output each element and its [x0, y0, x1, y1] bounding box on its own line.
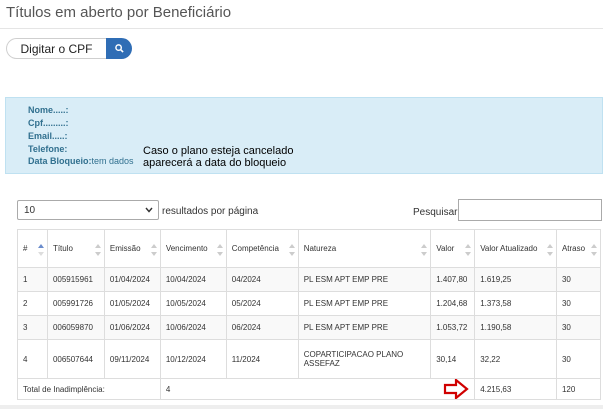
table-cell: 1.373,58: [474, 291, 557, 316]
table-cell: 30,14: [430, 339, 476, 379]
page-length-value: 10: [24, 204, 36, 216]
table-row[interactable]: 4 006507644 09/11/2024 10/12/2024 11/202…: [17, 339, 602, 379]
table-cell: 3: [17, 315, 48, 340]
table-cell: 01/06/2024: [103, 315, 161, 340]
column-header[interactable]: Valor Atualizado: [474, 229, 557, 268]
info-email: Email.....:: [28, 131, 68, 141]
info-data-bloqueio: Data Bloqueio:tem dados: [28, 156, 134, 166]
page-length-label: resultados por página: [162, 206, 259, 217]
chevron-down-icon: [145, 207, 153, 213]
bottom-divider: [0, 405, 603, 409]
sort-icon: [421, 244, 428, 256]
title-divider: [0, 28, 603, 29]
info-telefone: Telefone:: [28, 144, 68, 154]
column-header[interactable]: Valor: [430, 229, 476, 268]
table-cell: 05/2024: [225, 291, 299, 316]
column-header[interactable]: Natureza: [297, 229, 432, 268]
table-cell: 30: [555, 267, 602, 292]
table-cell: 1.053,72: [430, 315, 476, 340]
column-header[interactable]: Emissão: [103, 229, 161, 268]
page-title: Títulos em aberto por Beneficiário: [6, 4, 232, 21]
info-nome: Nome.....:: [28, 105, 69, 115]
table-cell: 09/11/2024: [103, 339, 161, 379]
right-arrow-icon: [443, 379, 469, 399]
total-label: Total de Inadimplência:: [17, 378, 161, 400]
sort-icon: [94, 244, 101, 256]
table-footer-row: Total de Inadimplência: 4 4.215,63 120: [17, 378, 602, 400]
sort-icon: [288, 244, 295, 256]
table-cell: PL ESM APT EMP PRE: [297, 267, 432, 292]
page-length-select[interactable]: 10: [17, 200, 159, 220]
table-cell: 11/2024: [225, 339, 299, 379]
table-cell: 10/05/2024: [159, 291, 227, 316]
beneficiary-info-panel: Nome.....: Cpf.........: Email.....: Tel…: [5, 97, 603, 174]
table-cell: 006059870: [46, 315, 105, 340]
info-cpf: Cpf.........:: [28, 118, 69, 128]
column-header[interactable]: Título: [46, 229, 105, 268]
column-header[interactable]: Atraso: [555, 229, 602, 268]
table-cell: 04/2024: [225, 267, 299, 292]
note-line-1: Caso o plano esteja cancelado: [143, 145, 294, 157]
table-cell: 1.407,80: [430, 267, 476, 292]
table-cell: 10/06/2024: [159, 315, 227, 340]
search-button[interactable]: [106, 38, 132, 59]
data-bloqueio-label: Data Bloqueio:: [28, 156, 92, 166]
table-cell: 4: [17, 339, 48, 379]
sort-icon: [546, 244, 553, 256]
table-row[interactable]: 1 005915961 01/04/2024 10/04/2024 04/202…: [17, 267, 602, 292]
table-cell: 30: [555, 339, 602, 379]
table-cell: 006507644: [46, 339, 105, 379]
table-header-row: # Título Emissão Vencimento Competência …: [17, 229, 602, 268]
table-cell: 10/12/2024: [159, 339, 227, 379]
sort-asc-icon: [37, 244, 44, 256]
titles-table: # Título Emissão Vencimento Competência …: [17, 229, 602, 400]
column-header[interactable]: Vencimento: [159, 229, 227, 268]
table-cell: PL ESM APT EMP PRE: [297, 291, 432, 316]
table-cell: 32,22: [474, 339, 557, 379]
table-cell: PL ESM APT EMP PRE: [297, 315, 432, 340]
blocking-note: Caso o plano esteja cancelado aparecerá …: [143, 145, 293, 169]
table-row[interactable]: 2 005991726 01/05/2024 10/05/2024 05/202…: [17, 291, 602, 316]
table-cell: 1: [17, 267, 48, 292]
table-cell: 06/2024: [225, 315, 299, 340]
table-row[interactable]: 3 006059870 01/06/2024 10/06/2024 06/202…: [17, 315, 602, 340]
table-cell: 1.204,68: [430, 291, 476, 316]
table-cell: 1.190,58: [474, 315, 557, 340]
cpf-input-group: Digitar o CPF: [6, 38, 132, 59]
sort-icon: [465, 244, 472, 256]
column-header[interactable]: Competência: [225, 229, 299, 268]
sort-icon: [591, 244, 597, 256]
cpf-button[interactable]: Digitar o CPF: [6, 38, 106, 59]
table-cell: 30: [555, 315, 602, 340]
note-line-2: aparecerá a data do bloqueio: [143, 157, 287, 169]
sort-icon: [150, 244, 157, 256]
total-count: 4: [159, 378, 476, 400]
search-label: Pesquisar: [413, 207, 458, 218]
table-cell: COPARTICIPACAO PLANO ASSEFAZ: [297, 339, 432, 379]
search-icon: [114, 44, 124, 53]
column-header[interactable]: #: [17, 229, 48, 268]
table-cell: 10/04/2024: [159, 267, 227, 292]
table-cell: 005915961: [46, 267, 105, 292]
sort-icon: [216, 244, 223, 256]
data-bloqueio-value: tem dados: [91, 156, 134, 166]
table-cell: 2: [17, 291, 48, 316]
table-cell: 01/05/2024: [103, 291, 161, 316]
table-cell: 1.619,25: [474, 267, 557, 292]
table-cell: 01/04/2024: [103, 267, 161, 292]
total-value: 4.215,63: [474, 378, 557, 400]
total-atraso: 120: [555, 378, 602, 400]
search-input[interactable]: [458, 199, 602, 221]
table-cell: 30: [555, 291, 602, 316]
table-cell: 005991726: [46, 291, 105, 316]
